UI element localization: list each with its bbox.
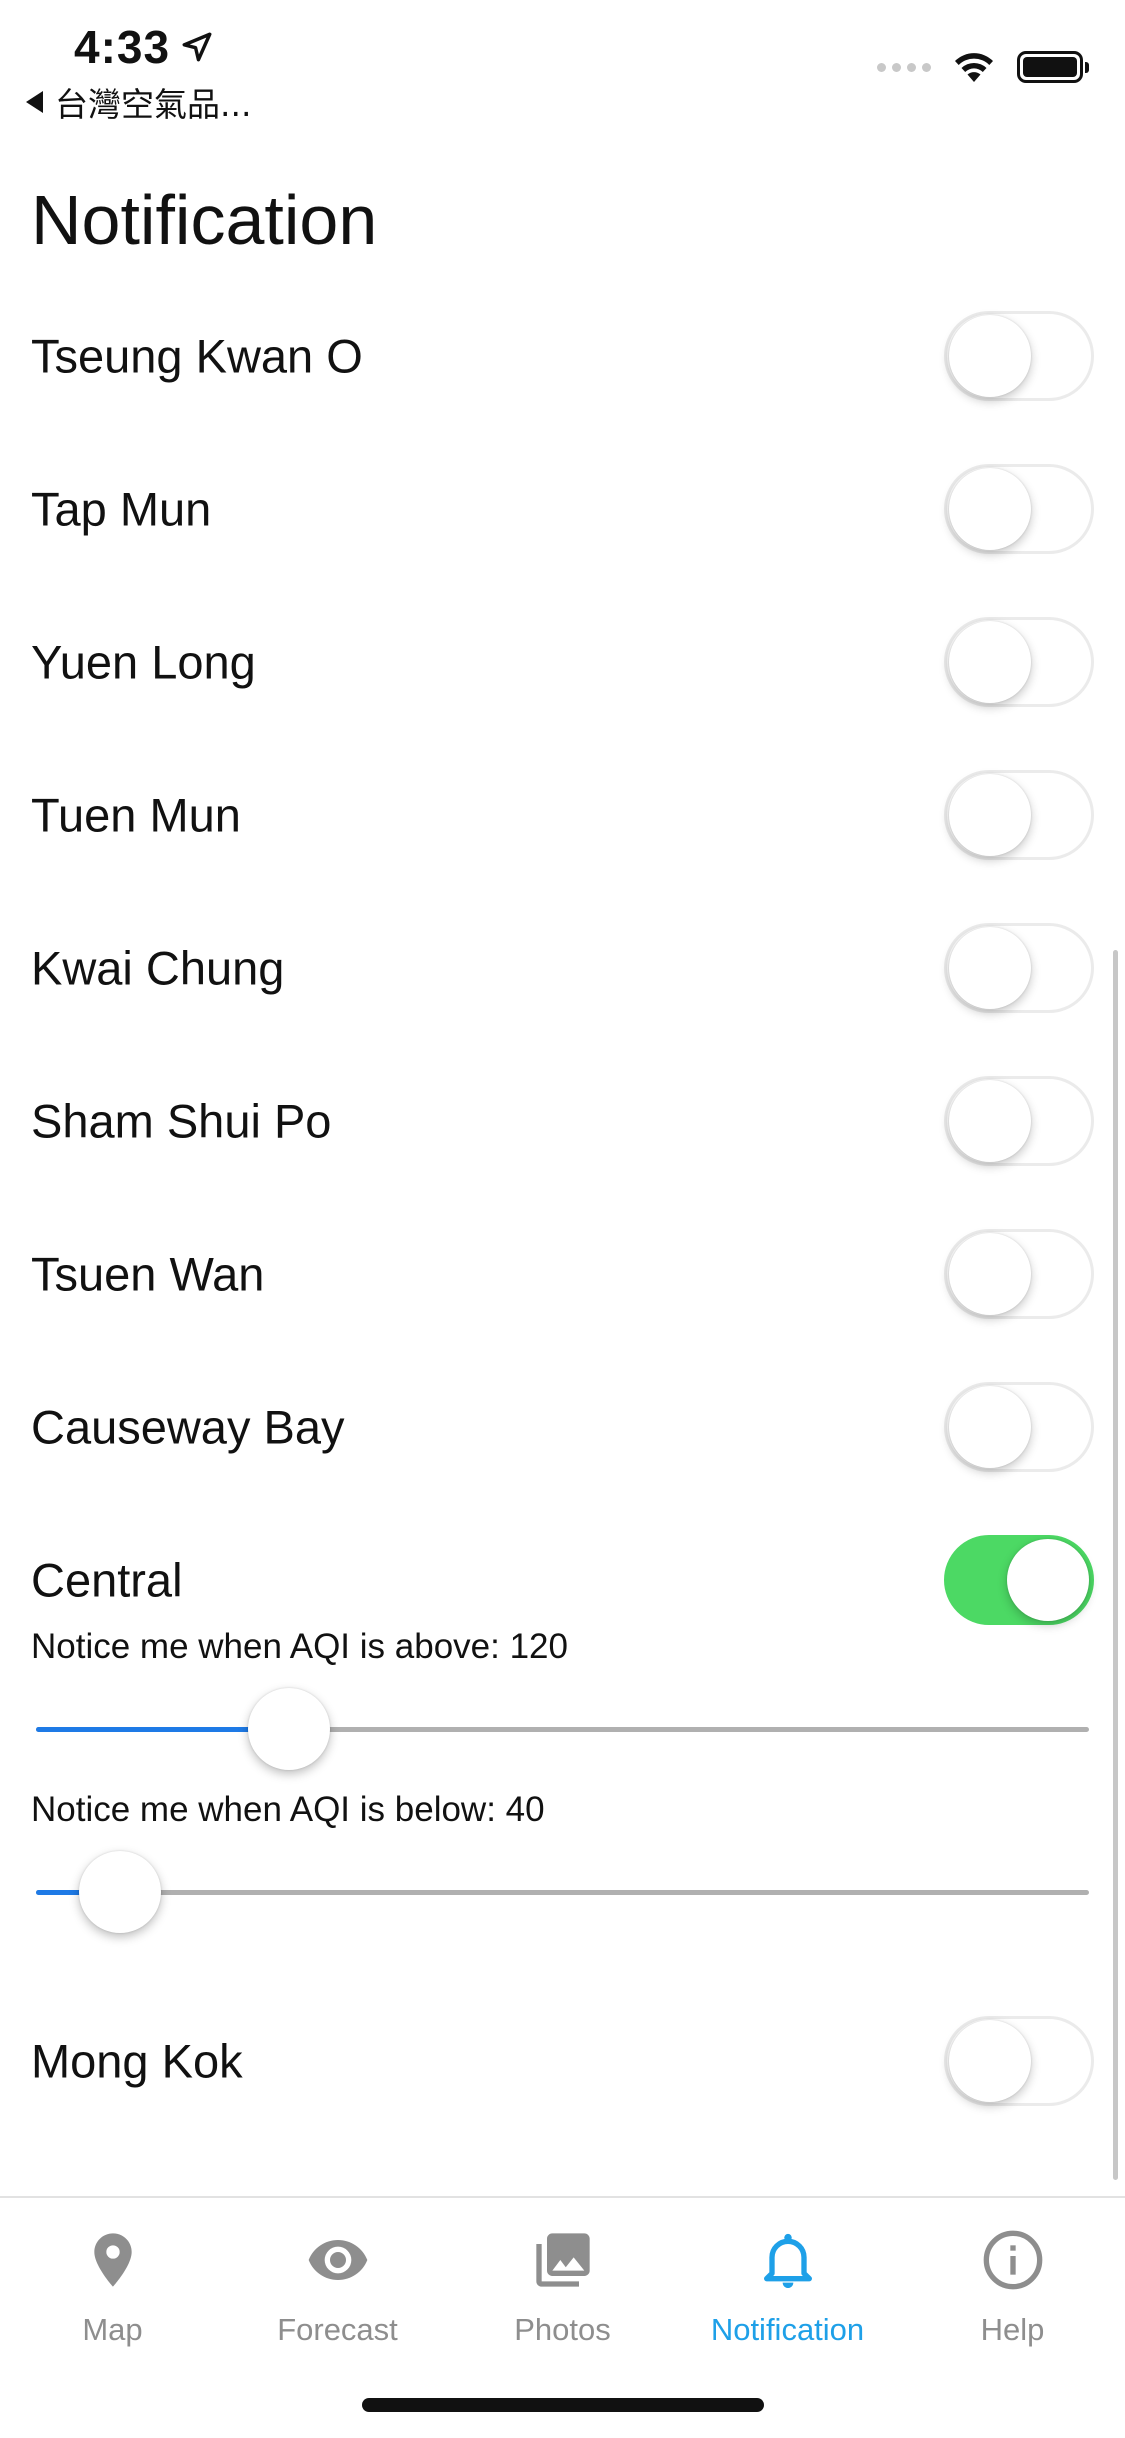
station-name: Tap Mun (31, 482, 212, 536)
central-toggle[interactable] (944, 1535, 1094, 1625)
station-row-tuen-mun: Tuen Mun (0, 770, 1125, 860)
toggle-knob (949, 927, 1031, 1009)
above-threshold-caption: Notice me when AQI is above: 120 (31, 1627, 568, 1666)
yuen-long-toggle[interactable] (944, 617, 1094, 707)
below-threshold-caption: Notice me when AQI is below: 40 (31, 1790, 545, 1829)
station-name: Central (31, 1553, 183, 1607)
station-row-mong-kok: Mong Kok (0, 2016, 1125, 2106)
mong-kok-toggle[interactable] (944, 2016, 1094, 2106)
tab-map[interactable]: Map (0, 2198, 225, 2368)
toggle-knob (949, 621, 1031, 703)
tab-label: Forecast (277, 2312, 398, 2347)
causeway-bay-toggle[interactable] (944, 1382, 1094, 1472)
home-indicator[interactable] (362, 2398, 764, 2412)
eye-icon (306, 2228, 370, 2292)
slider-thumb[interactable] (248, 1688, 330, 1770)
toggle-knob (949, 2020, 1031, 2102)
map-pin-icon (81, 2228, 145, 2292)
station-row-kwai-chung: Kwai Chung (0, 923, 1125, 1013)
toggle-knob (949, 1233, 1031, 1315)
station-name: Mong Kok (31, 2034, 243, 2088)
slider-thumb[interactable] (79, 1851, 161, 1933)
tab-label: Photos (514, 2312, 611, 2347)
cellular-signal-icon (877, 62, 931, 72)
toggle-knob (949, 315, 1031, 397)
tseung-kwan-o-toggle[interactable] (944, 311, 1094, 401)
station-name: Tuen Mun (31, 788, 241, 842)
station-row-tap-mun: Tap Mun (0, 464, 1125, 554)
back-app-name: 台灣空氣品... (55, 85, 252, 124)
toggle-knob (949, 1080, 1031, 1162)
sham-shui-po-toggle[interactable] (944, 1076, 1094, 1166)
station-row-yuen-long: Yuen Long (0, 617, 1125, 707)
toggle-knob (949, 1386, 1031, 1468)
tab-label: Notification (710, 2312, 865, 2347)
tuen-mun-toggle[interactable] (944, 770, 1094, 860)
toggle-knob (949, 774, 1031, 856)
status-time: 4:33 (74, 20, 214, 74)
station-name: Tseung Kwan O (31, 329, 363, 383)
location-arrow-icon (182, 32, 212, 62)
station-name: Yuen Long (31, 635, 256, 689)
status-indicators (877, 50, 1089, 84)
station-row-central: Central (0, 1535, 1125, 1625)
back-triangle-icon (26, 91, 43, 113)
station-row-causeway-bay: Causeway Bay (0, 1382, 1125, 1472)
tab-forecast[interactable]: Forecast (225, 2198, 450, 2368)
kwai-chung-toggle[interactable] (944, 923, 1094, 1013)
photos-icon (531, 2228, 595, 2292)
bell-icon (756, 2228, 820, 2292)
tab-help[interactable]: Help (900, 2198, 1125, 2368)
tab-label: Map (82, 2312, 143, 2347)
scroll-indicator[interactable] (1113, 950, 1118, 2180)
tab-notification[interactable]: Notification (675, 2198, 900, 2368)
tap-mun-toggle[interactable] (944, 464, 1094, 554)
tab-label: Help (980, 2312, 1045, 2347)
station-row-sham-shui-po: Sham Shui Po (0, 1076, 1125, 1166)
below-threshold-slider[interactable] (36, 1847, 1089, 1937)
station-name: Sham Shui Po (31, 1094, 332, 1148)
station-name: Kwai Chung (31, 941, 285, 995)
slider-track (36, 1890, 1089, 1895)
station-name: Tsuen Wan (31, 1247, 265, 1301)
clock-text: 4:33 (74, 21, 171, 73)
tab-photos[interactable]: Photos (450, 2198, 675, 2368)
station-row-tseung-kwan-o: Tseung Kwan O (0, 311, 1125, 401)
page-title: Notification (31, 181, 378, 259)
toggle-knob (949, 468, 1031, 550)
back-to-app-link[interactable]: 台灣空氣品... (26, 78, 251, 126)
above-threshold-slider[interactable] (36, 1684, 1089, 1774)
station-name: Causeway Bay (31, 1400, 345, 1454)
info-icon (981, 2228, 1045, 2292)
tsuen-wan-toggle[interactable] (944, 1229, 1094, 1319)
battery-icon (1017, 51, 1089, 83)
wifi-icon (955, 53, 993, 82)
station-row-tsuen-wan: Tsuen Wan (0, 1229, 1125, 1319)
toggle-knob (1007, 1539, 1089, 1621)
